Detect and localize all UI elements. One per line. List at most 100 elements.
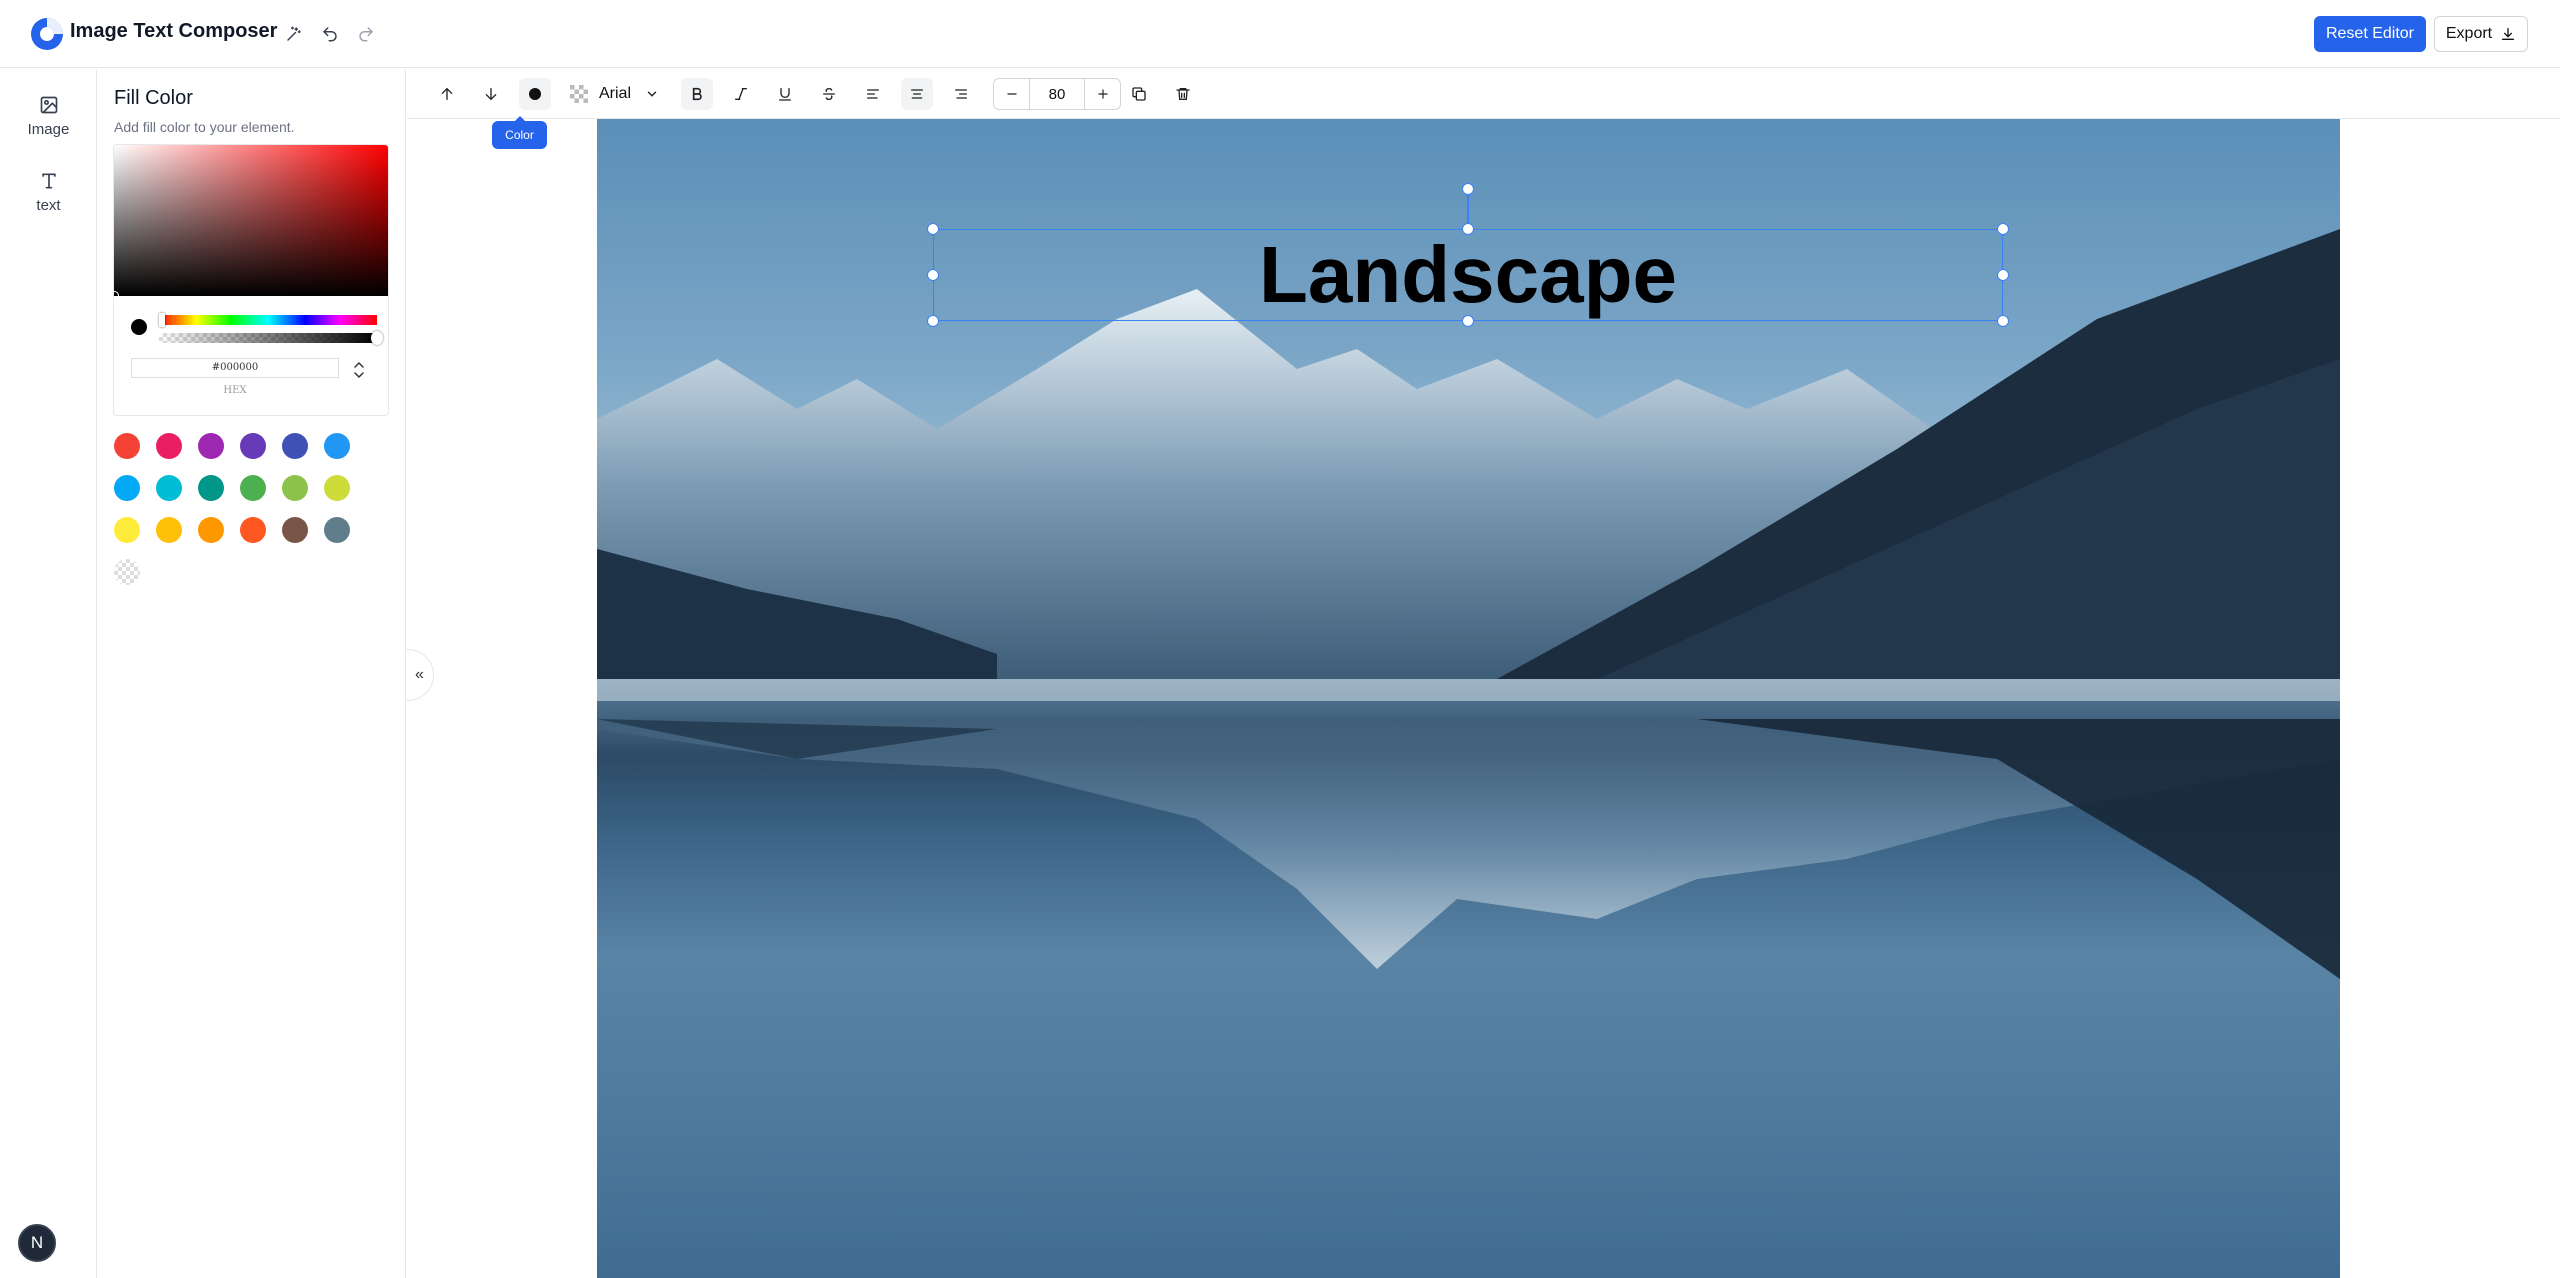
image-icon (40, 96, 57, 114)
panel-subtitle: Add fill color to your element. (114, 119, 295, 135)
color-swatch[interactable] (240, 433, 266, 459)
color-swatch[interactable] (114, 517, 140, 543)
format-toggle-icon[interactable] (352, 360, 366, 380)
font-size-increase-button[interactable] (1085, 79, 1120, 109)
underline-icon (779, 88, 791, 101)
app-title: Image Text Composer (70, 20, 278, 42)
top-bar: Image Text Composer Reset Editor Export (0, 0, 2560, 68)
font-size-input[interactable]: 80 (1029, 79, 1085, 109)
duplicate-button[interactable] (1123, 78, 1155, 110)
font-family-value: Arial (599, 85, 632, 102)
underline-button[interactable] (769, 78, 801, 110)
copy-icon (1132, 87, 1146, 101)
color-tooltip: Color (492, 116, 547, 149)
strikethrough-button[interactable] (813, 78, 845, 110)
resize-handle-top-right[interactable] (1997, 223, 2009, 235)
color-swatch[interactable] (282, 433, 308, 459)
resize-handle-bottom-left[interactable] (927, 315, 939, 327)
bold-button[interactable] (681, 78, 713, 110)
color-swatch[interactable] (282, 475, 308, 501)
rail-item-image[interactable]: Image (0, 95, 97, 138)
arrow-down-icon (485, 88, 497, 101)
chevron-down-icon (647, 91, 657, 97)
swatch-transparent[interactable] (114, 559, 140, 585)
alpha-slider[interactable] (159, 333, 377, 343)
alpha-slider-handle[interactable] (371, 331, 383, 345)
trash-icon (1176, 88, 1190, 100)
collapse-panel-button[interactable]: « (406, 649, 434, 701)
hue-slider[interactable] (159, 315, 377, 325)
undo-icon[interactable] (316, 20, 344, 48)
arrow-up-icon (441, 87, 453, 100)
resize-handle-bottom-right[interactable] (1997, 315, 2009, 327)
image-canvas[interactable]: Landscape (597, 119, 2340, 1278)
color-circle-icon (529, 88, 541, 100)
delete-button[interactable] (1167, 78, 1199, 110)
font-size-decrease-button[interactable] (994, 79, 1029, 109)
color-swatch[interactable] (240, 475, 266, 501)
left-rail: Image text N (0, 69, 97, 1278)
fill-color-button[interactable] (519, 78, 551, 110)
color-swatch[interactable] (198, 475, 224, 501)
checkerboard-icon (570, 85, 588, 103)
rotate-connector (1467, 195, 1469, 223)
hex-input[interactable]: #000000 (131, 358, 339, 378)
rail-item-label: text (36, 197, 61, 214)
align-right-button[interactable] (945, 78, 977, 110)
redo-icon[interactable] (352, 20, 380, 48)
send-backward-button[interactable] (475, 78, 507, 110)
resize-handle-top-left[interactable] (927, 223, 939, 235)
align-left-button[interactable] (857, 78, 889, 110)
panel-title: Fill Color (114, 87, 193, 109)
avatar[interactable]: N (18, 1224, 56, 1262)
plus-icon (1097, 89, 1108, 99)
italic-button[interactable] (725, 78, 757, 110)
current-color-preview (131, 319, 147, 335)
color-swatch[interactable] (324, 517, 350, 543)
resize-handle-right[interactable] (1997, 269, 2009, 281)
saturation-area[interactable] (114, 145, 388, 296)
font-size-stepper: 80 (993, 78, 1121, 110)
bring-forward-button[interactable] (431, 78, 463, 110)
color-swatch[interactable] (156, 475, 182, 501)
italic-icon (735, 88, 747, 100)
reset-editor-button[interactable]: Reset Editor (2314, 16, 2426, 52)
resize-handle-left[interactable] (927, 269, 939, 281)
align-center-icon (911, 89, 923, 99)
color-swatch[interactable] (198, 517, 224, 543)
align-center-button[interactable] (901, 78, 933, 110)
color-swatch[interactable] (282, 517, 308, 543)
download-icon (2502, 28, 2515, 40)
hue-slider-handle[interactable] (159, 313, 165, 327)
chevrons-left-icon: « (415, 666, 424, 683)
color-swatch[interactable] (156, 517, 182, 543)
strikethrough-icon (823, 87, 835, 101)
text-element-content[interactable]: Landscape (934, 230, 2002, 320)
color-swatch[interactable] (324, 475, 350, 501)
saturation-handle[interactable] (110, 291, 119, 300)
align-right-icon (955, 89, 967, 99)
color-swatch[interactable] (114, 475, 140, 501)
color-swatch[interactable] (156, 433, 182, 459)
color-swatches (114, 433, 366, 585)
magic-wand-icon[interactable] (280, 20, 308, 48)
color-swatch[interactable] (114, 433, 140, 459)
align-left-icon (867, 89, 879, 99)
font-family-select[interactable]: Arial (591, 78, 671, 110)
color-picker: #000000 HEX (110, 144, 389, 416)
export-button[interactable]: Export (2434, 16, 2528, 52)
color-swatch[interactable] (198, 433, 224, 459)
resize-handle-bottom[interactable] (1462, 315, 1474, 327)
color-swatch[interactable] (240, 517, 266, 543)
rail-item-label: Image (27, 121, 70, 138)
rail-item-text[interactable]: text (0, 171, 97, 214)
app-logo-icon (31, 18, 63, 50)
export-label: Export (2445, 25, 2493, 42)
text-toolbar: Arial 80 (407, 69, 2560, 119)
rotate-handle[interactable] (1462, 183, 1474, 195)
color-swatch[interactable] (324, 433, 350, 459)
fill-color-panel: Fill Color Add fill color to your elemen… (98, 69, 406, 1278)
text-element[interactable]: Landscape (933, 229, 2003, 321)
text-icon (41, 173, 56, 189)
resize-handle-top[interactable] (1462, 223, 1474, 235)
